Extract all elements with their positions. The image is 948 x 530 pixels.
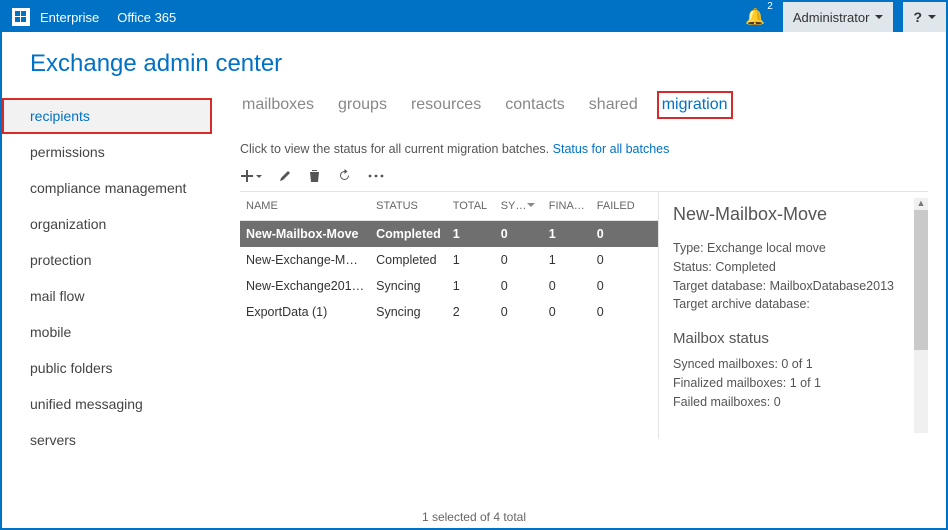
table-row[interactable]: New-Mailbox-MoveCompleted1010: [240, 221, 658, 248]
cell-fin: 1: [543, 247, 591, 273]
tab-shared[interactable]: shared: [587, 94, 640, 116]
delete-button[interactable]: [308, 169, 321, 183]
tab-resources[interactable]: resources: [409, 94, 483, 116]
instruction-text: Click to view the status for all current…: [240, 142, 928, 156]
cell-name: ExportData (1): [240, 299, 370, 325]
instruction-plain: Click to view the status for all current…: [240, 142, 553, 156]
cell-fail: 0: [591, 221, 641, 248]
col-spacer: [641, 192, 658, 221]
cell-status: Syncing: [370, 299, 447, 325]
tab-groups[interactable]: groups: [336, 94, 389, 116]
cell-total: 1: [447, 247, 495, 273]
cell-fin: 0: [543, 299, 591, 325]
col-final[interactable]: FINA…: [543, 192, 591, 221]
col-status[interactable]: STATUS: [370, 192, 447, 221]
migration-table: NAME STATUS TOTAL SY… FINA… FAILED New-M…: [240, 192, 658, 325]
help-menu[interactable]: ?: [903, 2, 946, 32]
notifications-count: 2: [767, 1, 773, 12]
details-scrollbar[interactable]: ▲: [914, 198, 928, 433]
sidebar: recipientspermissionscompliance manageme…: [2, 94, 212, 504]
refresh-button[interactable]: [337, 168, 352, 183]
sidebar-item-public-folders[interactable]: public folders: [2, 350, 212, 386]
topbar-tab-enterprise[interactable]: Enterprise: [40, 10, 99, 25]
table-row[interactable]: ExportData (1)Syncing2000: [240, 299, 658, 325]
status-all-batches-link[interactable]: Status for all batches: [553, 142, 670, 156]
details-fade: [659, 425, 914, 439]
notifications-icon[interactable]: 🔔2: [745, 7, 765, 27]
mailbox-status-heading: Mailbox status: [673, 330, 922, 347]
mailbox-line: Failed mailboxes: 0: [673, 393, 922, 412]
details-pane: New-Mailbox-Move Type: Exchange local mo…: [658, 192, 928, 439]
content: mailboxes groups resources contacts shared mi…: [212, 94, 946, 504]
col-synced[interactable]: SY…: [495, 192, 543, 221]
scroll-thumb[interactable]: [914, 210, 928, 350]
cell-name: New-Exchange-M…: [240, 247, 370, 273]
scroll-up-icon[interactable]: ▲: [914, 198, 928, 208]
user-menu[interactable]: Administrator: [783, 2, 894, 32]
cell-fail: 0: [591, 247, 641, 273]
subtabs: mailboxes groups resources contacts shared mi…: [240, 94, 928, 116]
cell-sy: 0: [495, 221, 543, 248]
cell-status: Completed: [370, 221, 447, 248]
cell-fin: 1: [543, 221, 591, 248]
cell-name: New-Mailbox-Move: [240, 221, 370, 248]
cell-fail: 0: [591, 299, 641, 325]
sidebar-item-servers[interactable]: servers: [2, 422, 212, 458]
edit-button[interactable]: [278, 169, 292, 183]
tab-migration[interactable]: migration: [660, 94, 730, 116]
table-row[interactable]: New-Exchange201…Syncing1000: [240, 273, 658, 299]
sidebar-item-mobile[interactable]: mobile: [2, 314, 212, 350]
cell-sy: 0: [495, 299, 543, 325]
col-total[interactable]: TOTAL: [447, 192, 495, 221]
cell-fin: 0: [543, 273, 591, 299]
col-failed[interactable]: FAILED: [591, 192, 641, 221]
cell-sy: 0: [495, 247, 543, 273]
sidebar-item-recipients[interactable]: recipients: [2, 98, 212, 134]
details-summary: Type: Exchange local moveStatus: Complet…: [673, 239, 922, 314]
cell-total: 1: [447, 273, 495, 299]
cell-fail: 0: [591, 273, 641, 299]
page-title: Exchange admin center: [2, 32, 946, 94]
cell-name: New-Exchange201…: [240, 273, 370, 299]
top-bar: Enterprise Office 365 🔔2 Administrator ?: [2, 2, 946, 32]
cell-status: Syncing: [370, 273, 447, 299]
tab-mailboxes[interactable]: mailboxes: [240, 94, 316, 116]
topbar-tab-office365[interactable]: Office 365: [117, 10, 176, 25]
sidebar-item-compliance-management[interactable]: compliance management: [2, 170, 212, 206]
mailbox-line: Synced mailboxes: 0 of 1: [673, 355, 922, 374]
more-button[interactable]: [368, 173, 384, 179]
details-line: Target archive database:: [673, 295, 922, 314]
sidebar-item-permissions[interactable]: permissions: [2, 134, 212, 170]
sidebar-item-unified-messaging[interactable]: unified messaging: [2, 386, 212, 422]
details-title: New-Mailbox-Move: [673, 204, 922, 225]
new-button[interactable]: [240, 169, 262, 183]
cell-total: 1: [447, 221, 495, 248]
selection-status: 1 selected of 4 total: [2, 510, 946, 524]
details-line: Status: Completed: [673, 258, 922, 277]
mailbox-line: Finalized mailboxes: 1 of 1: [673, 374, 922, 393]
details-line: Target database: MailboxDatabase2013: [673, 277, 922, 296]
tab-contacts[interactable]: contacts: [503, 94, 567, 116]
mailbox-status-block: Synced mailboxes: 0 of 1Finalized mailbo…: [673, 355, 922, 411]
office-logo-icon: [12, 8, 30, 26]
details-line: Type: Exchange local move: [673, 239, 922, 258]
sidebar-item-organization[interactable]: organization: [2, 206, 212, 242]
cell-total: 2: [447, 299, 495, 325]
toolbar: [240, 168, 928, 183]
cell-status: Completed: [370, 247, 447, 273]
cell-sy: 0: [495, 273, 543, 299]
table-row[interactable]: New-Exchange-M…Completed1010: [240, 247, 658, 273]
sort-desc-icon: [527, 203, 535, 211]
sidebar-item-mail-flow[interactable]: mail flow: [2, 278, 212, 314]
sidebar-item-protection[interactable]: protection: [2, 242, 212, 278]
col-name[interactable]: NAME: [240, 192, 370, 221]
